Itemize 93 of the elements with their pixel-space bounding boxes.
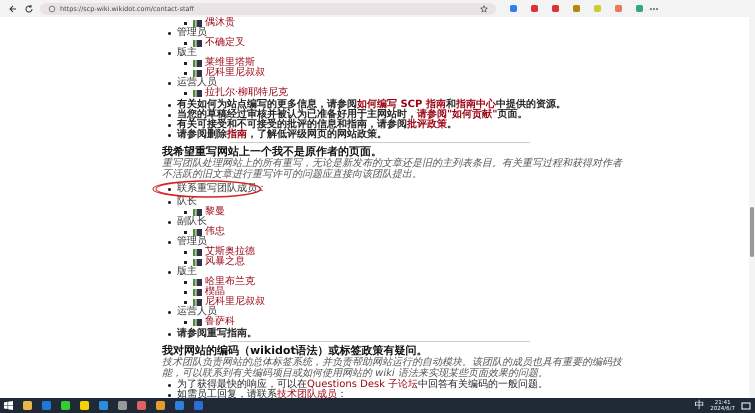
role-label: 版主: [177, 48, 197, 58]
app-icon[interactable]: [80, 401, 89, 410]
scrollbar[interactable]: [749, 17, 755, 398]
role-label: 版主: [177, 267, 197, 277]
bullet-icon: [184, 300, 187, 304]
note-text: 有关如何为站点编写的更多信息，请参阅如何编写 SCP 指南和指南中心中提供的资源。: [177, 100, 566, 110]
star-icon[interactable]: [480, 4, 488, 12]
bullet-icon: [184, 290, 187, 294]
note-text: 为了获得最快的响应，可以在Questions Desk 子论坛中回答有关编码的一般问题。: [177, 380, 548, 390]
user-link[interactable]: 尼科里尼叔叔: [205, 68, 265, 78]
intro-text: 重写团队处理网站上的所有重写，无论是新发布的文章还是旧的主列表条目。有关重写过程和获得对作者不活跃的旧文章进行重写许可的问题应直接向该团队提出。: [162, 159, 622, 180]
bullet-icon: [168, 188, 171, 190]
refresh-icon[interactable]: [24, 4, 34, 14]
avatar-icon: [193, 318, 202, 326]
bullet-icon: [184, 210, 187, 214]
bullet-icon: [184, 62, 187, 64]
extension-icon[interactable]: [636, 5, 643, 12]
user-link[interactable]: 莱维里塔斯: [205, 58, 255, 68]
user-link[interactable]: 不确定叉: [205, 38, 245, 48]
bullet-icon: [184, 22, 187, 24]
app-icon[interactable]: [175, 401, 184, 410]
avatar-icon: [193, 208, 202, 216]
extension-icon[interactable]: [615, 5, 622, 12]
role-label: 运营人员: [177, 307, 217, 317]
user-link[interactable]: 风暴之息: [205, 257, 245, 267]
user-link[interactable]: 艾斯奥拉德: [205, 247, 255, 257]
avatar-icon: [193, 40, 202, 46]
user-link[interactable]: 尼科里尼叔叔: [205, 297, 265, 307]
bullet-icon: [184, 320, 187, 324]
bullet-icon: [168, 82, 171, 84]
user-link[interactable]: 伟忠: [205, 227, 225, 237]
bullet-icon: [168, 240, 171, 244]
app-icon[interactable]: [137, 401, 146, 410]
bullet-icon: [184, 92, 187, 94]
role-label: 管理员: [177, 237, 207, 247]
bullet-icon: [168, 384, 171, 386]
bullet-icon: [184, 42, 187, 44]
note-text: 当您的草稿经过审核并被认为已准备好用于主网站时，请参阅"如何贡献"页面。: [177, 110, 528, 120]
user-link[interactable]: 哈里布兰克: [205, 277, 255, 287]
bullet-icon: [168, 310, 171, 314]
extension-icon[interactable]: [531, 5, 538, 12]
bullet-icon: [184, 280, 187, 284]
bullet-icon: [184, 72, 187, 74]
note-text: 有关可接受和不可接受的批评的信息和指南，请参阅批评政策。: [177, 120, 457, 130]
extension-icon[interactable]: [510, 5, 517, 12]
app-icon[interactable]: [61, 401, 70, 410]
back-icon[interactable]: [8, 4, 18, 14]
role-label: 运营人员: [177, 78, 217, 88]
extension-icon[interactable]: [573, 5, 580, 12]
link[interactable]: 请参阅"如何贡献": [417, 109, 498, 120]
user-link[interactable]: 楔晶: [205, 287, 225, 297]
app-icon[interactable]: [99, 401, 108, 410]
user-link[interactable]: 黎曼: [205, 207, 225, 217]
bullet-icon: [184, 230, 187, 234]
bullet-icon: [168, 52, 171, 54]
note-text: 请参阅重写指南。: [177, 329, 257, 339]
input-method-indicator[interactable]: 中: [694, 400, 704, 411]
extension-icon[interactable]: [552, 5, 559, 12]
app-icon[interactable]: [23, 401, 32, 410]
app-icon[interactable]: [42, 401, 51, 410]
bullet-icon: [168, 134, 171, 136]
bullet-icon: [168, 200, 171, 204]
section-heading: 我对网站的编码（wikidot语法）或标签政策有疑问。: [162, 344, 429, 357]
link[interactable]: 如何编写 SCP 指南: [357, 99, 446, 110]
bullet-icon: [184, 260, 187, 264]
link[interactable]: Questions Desk 子论坛: [307, 379, 418, 390]
app-icon[interactable]: [118, 401, 127, 410]
app-icon[interactable]: [194, 401, 203, 410]
intro-text: 技术团队负责网站的总体标签系统，并负责帮助网站运行的自动模块。该团队的成员也具有重要的编码技能，可以联系到有关编码项目或如何使用网站的 wiki 语法来实现某些页面效果的问题。: [162, 358, 622, 378]
user-link[interactable]: 偶沐贵: [205, 18, 235, 28]
bullet-icon: [168, 270, 171, 274]
link[interactable]: 指南中心: [456, 99, 496, 110]
role-label: 管理员: [177, 28, 207, 38]
note-text: 请参阅删除指南，了解低评级网页的网站政策。: [177, 130, 387, 140]
section-heading: 我希望重写网站上一个我不是原作者的页面。: [162, 145, 382, 158]
avatar-icon: [193, 20, 202, 26]
bullet-icon: [168, 394, 171, 396]
bullet-icon: [168, 124, 171, 126]
user-link[interactable]: 拉扎尔·柳耶特尼克: [205, 88, 288, 98]
windows-logo-icon[interactable]: [4, 401, 13, 410]
link[interactable]: 指南: [227, 129, 247, 140]
role-label: 副队长: [177, 217, 207, 227]
bullet-icon: [168, 32, 171, 34]
link[interactable]: 批评政策: [407, 119, 447, 130]
avatar-icon: [193, 90, 202, 96]
app-icon[interactable]: [156, 401, 165, 410]
bullet-icon: [184, 250, 187, 254]
bullet-icon: [168, 220, 171, 224]
bullet-icon: [168, 104, 171, 106]
avatar-icon: [193, 228, 202, 236]
bullet-icon: [168, 114, 171, 116]
bullet-icon: [168, 332, 171, 336]
user-link[interactable]: 鲁萨科: [205, 317, 235, 327]
